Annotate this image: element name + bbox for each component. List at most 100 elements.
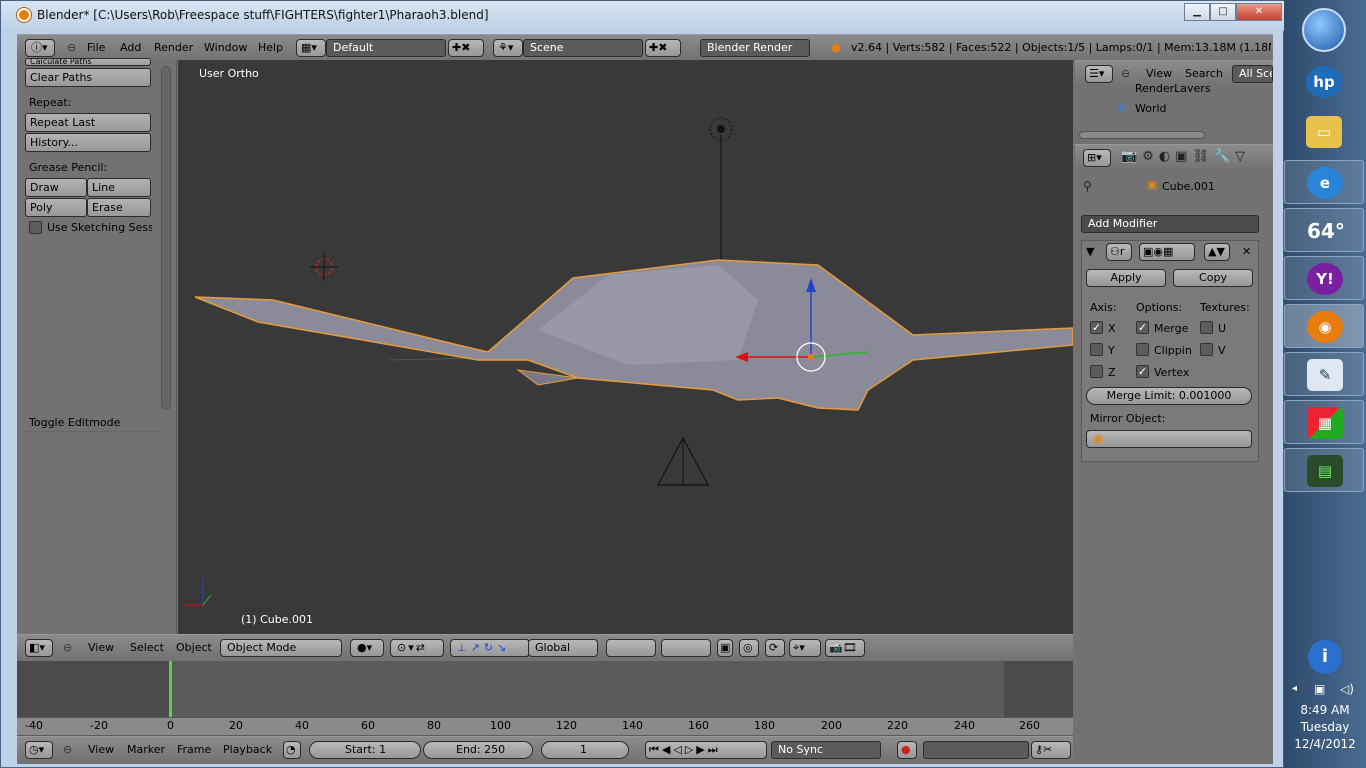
outliner-item-world[interactable]: World bbox=[1135, 102, 1167, 115]
line-button[interactable]: Line bbox=[87, 178, 151, 197]
current-frame-line[interactable] bbox=[169, 661, 172, 717]
timeline-collapse-icon[interactable]: ⊖ bbox=[63, 743, 72, 756]
record-icon[interactable]: ● bbox=[897, 741, 917, 759]
outliner-editor-icon[interactable]: ☰▾ bbox=[1085, 65, 1113, 83]
info-editor-icon[interactable]: ⓘ▾ bbox=[25, 39, 55, 57]
keyframe-insert-icons[interactable]: ⚷✂ bbox=[1031, 741, 1071, 759]
menu-add[interactable]: Add bbox=[120, 41, 141, 54]
clear-paths-button[interactable]: Clear Paths bbox=[25, 68, 151, 87]
keying-set-field[interactable] bbox=[923, 741, 1029, 759]
collapse-arrow-icon[interactable]: ▼ bbox=[1086, 245, 1094, 258]
taskbar-ie[interactable]: e bbox=[1284, 160, 1364, 204]
clipping-checkbox[interactable] bbox=[1136, 343, 1149, 356]
viewport-menu-view[interactable]: View bbox=[88, 641, 114, 654]
timeline-ruler[interactable] bbox=[17, 717, 1073, 735]
erase-button[interactable]: Erase bbox=[87, 198, 151, 217]
sync-select[interactable]: No Sync bbox=[771, 741, 881, 759]
viewport-menu-select[interactable]: Select bbox=[130, 641, 164, 654]
layout-add-remove[interactable]: ✚✖ bbox=[448, 39, 484, 57]
render-opengl-icons[interactable]: 📷🎞 bbox=[825, 639, 865, 657]
minimize-button[interactable]: ▁ bbox=[1184, 3, 1210, 21]
info-tray-icon[interactable]: i bbox=[1308, 640, 1342, 674]
layers-grid-2[interactable] bbox=[661, 639, 711, 657]
start-button[interactable] bbox=[1302, 8, 1346, 52]
pivot-select[interactable]: ⊙▾⇄ bbox=[390, 639, 444, 657]
taskbar-notepad[interactable]: ✎ bbox=[1284, 352, 1364, 396]
timeline-menu-frame[interactable]: Frame bbox=[177, 743, 211, 756]
menu-help[interactable]: Help bbox=[258, 41, 283, 54]
outliner-filter-select[interactable]: All Scenes bbox=[1232, 65, 1273, 83]
outliner-menu-search[interactable]: Search bbox=[1185, 67, 1223, 80]
add-modifier-select[interactable]: Add Modifier bbox=[1081, 215, 1259, 233]
mirror-object-field[interactable]: ▣ bbox=[1086, 430, 1252, 448]
preview-range-icon[interactable]: ◔ bbox=[283, 741, 301, 759]
tool-shelf-scrollbar[interactable] bbox=[161, 66, 171, 410]
proportional-edit-icon[interactable]: ◎ bbox=[739, 639, 759, 657]
merge-limit-field[interactable]: Merge Limit: 0.001000 bbox=[1086, 387, 1252, 405]
texture-u-checkbox[interactable] bbox=[1200, 321, 1213, 334]
start-frame-field[interactable]: Start: 1 bbox=[309, 741, 421, 759]
mode-select[interactable]: Object Mode bbox=[220, 639, 342, 657]
scene-field[interactable]: Scene bbox=[523, 39, 643, 57]
menu-render[interactable]: Render bbox=[154, 41, 193, 54]
taskbar-remote[interactable]: ▤ bbox=[1284, 448, 1364, 492]
playback-controls[interactable]: ⏮◀◁▷▶⏭ bbox=[645, 741, 767, 759]
outliner-collapse-icon[interactable]: ⊖ bbox=[1121, 67, 1130, 80]
outliner-hscroll[interactable] bbox=[1079, 131, 1205, 139]
menu-window[interactable]: Window bbox=[204, 41, 247, 54]
taskbar-blender[interactable]: ◉ bbox=[1284, 304, 1364, 348]
layers-grid-1[interactable] bbox=[606, 639, 656, 657]
tray-speaker-icon[interactable]: ◁) bbox=[1340, 682, 1354, 696]
tray-device-icon[interactable]: ▣ bbox=[1314, 682, 1325, 696]
move-modifier-icon[interactable]: ▲▼ bbox=[1204, 243, 1230, 261]
pin-icon[interactable]: ⚲ bbox=[1083, 179, 1092, 193]
properties-context-icons[interactable]: 📷⚙◐▣⛓🔧▽ bbox=[1121, 149, 1250, 164]
orientation-select[interactable]: Global bbox=[528, 639, 598, 657]
3d-viewport[interactable]: User Ortho (1) Cube.001 bbox=[178, 60, 1073, 634]
layer-lock-icon[interactable]: ▣ bbox=[717, 639, 733, 657]
layout-field[interactable]: Default bbox=[326, 39, 446, 57]
axis-z-checkbox[interactable] bbox=[1090, 365, 1103, 378]
timeline-menu-playback[interactable]: Playback bbox=[223, 743, 272, 756]
repeat-last-button[interactable]: Repeat Last bbox=[25, 113, 151, 132]
draw-button[interactable]: Draw bbox=[25, 178, 87, 197]
timeline-menu-view[interactable]: View bbox=[88, 743, 114, 756]
taskbar-avg[interactable]: ▦ bbox=[1284, 400, 1364, 444]
layout-icon[interactable]: ▦▾ bbox=[296, 39, 326, 57]
outliner-menu-view[interactable]: View bbox=[1146, 67, 1172, 80]
viewport-menu-object[interactable]: Object bbox=[176, 641, 212, 654]
timeline-editor-icon[interactable]: ◷▾ bbox=[25, 741, 53, 759]
menu-file[interactable]: File bbox=[87, 41, 105, 54]
close-button[interactable]: ✕ bbox=[1236, 3, 1282, 21]
taskbar-weather[interactable]: 64° bbox=[1284, 208, 1364, 252]
scene-icon[interactable]: ⚘▾ bbox=[493, 39, 523, 57]
outliner-item-renderlayers[interactable]: RenderLayers bbox=[1135, 82, 1211, 92]
timeline-menu-marker[interactable]: Marker bbox=[127, 743, 165, 756]
texture-v-checkbox[interactable] bbox=[1200, 343, 1213, 356]
merge-checkbox[interactable]: ✓ bbox=[1136, 321, 1149, 334]
taskbar-yahoo[interactable]: Y! bbox=[1284, 256, 1364, 300]
sketching-checkbox[interactable] bbox=[29, 221, 42, 234]
scene-add-remove[interactable]: ✚✖ bbox=[645, 39, 681, 57]
render-engine-select[interactable]: Blender Render bbox=[700, 39, 810, 57]
viewport-collapse-icon[interactable]: ⊖ bbox=[63, 641, 72, 654]
snap-element-select[interactable]: ⌖▾ bbox=[789, 639, 821, 657]
modifier-visibility-icons[interactable]: ▣◉▦ bbox=[1139, 243, 1195, 261]
end-frame-field[interactable]: End: 250 bbox=[423, 741, 533, 759]
maximize-button[interactable]: □ bbox=[1210, 3, 1236, 21]
taskbar-explorer[interactable]: ▭ bbox=[1284, 110, 1364, 154]
viewport-editor-icon[interactable]: ◧▾ bbox=[25, 639, 53, 657]
collapse-icon[interactable]: ⊖ bbox=[67, 41, 76, 54]
shading-select[interactable]: ●▾ bbox=[350, 639, 384, 657]
axis-x-checkbox[interactable]: ✓ bbox=[1090, 321, 1103, 334]
copy-button[interactable]: Copy bbox=[1173, 269, 1253, 287]
taskbar-hp[interactable]: hp bbox=[1284, 60, 1364, 104]
poly-button[interactable]: Poly bbox=[25, 198, 87, 217]
snap-toggle-icon[interactable]: ⟳ bbox=[765, 639, 785, 657]
remove-modifier-icon[interactable]: ✕ bbox=[1242, 245, 1251, 258]
manipulator-toggles[interactable]: ⊥↗↻↘ bbox=[450, 639, 530, 657]
calculate-paths-button[interactable]: Calculate Paths bbox=[25, 58, 151, 66]
tray-expand-icon[interactable]: ◂ bbox=[1292, 683, 1297, 694]
vertex-checkbox[interactable]: ✓ bbox=[1136, 365, 1149, 378]
properties-editor-icon[interactable]: ⊞▾ bbox=[1083, 149, 1111, 167]
